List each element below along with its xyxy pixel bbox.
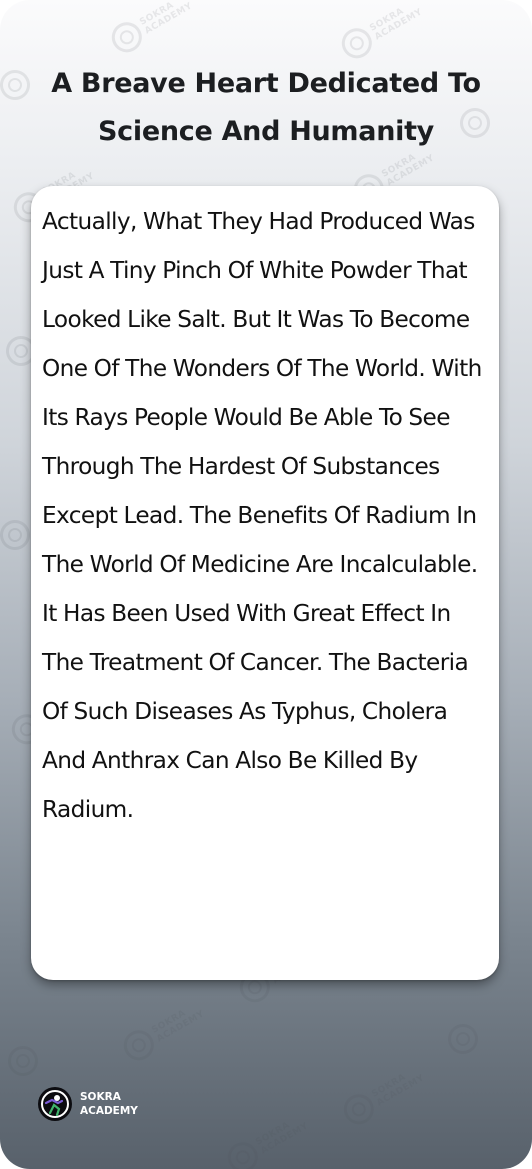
- brand-name-line2: ACADEMY: [80, 1105, 138, 1117]
- card-title: A Breave Heart Dedicated To Science And …: [51, 68, 481, 147]
- quote-card: SOKRAACADEMY SOKRAACADEMY SOKRAACADEMY S…: [0, 0, 532, 1169]
- watermark-logo-icon: SOKRAACADEMY: [222, 1108, 312, 1169]
- watermark-logo-icon: SOKRAACADEMY: [118, 996, 208, 1066]
- watermark-logo-icon: SOKRAACADEMY: [338, 1060, 428, 1130]
- brand-name: SOKRA ACADEMY: [80, 1090, 138, 1118]
- brand-name-line1: SOKRA: [80, 1091, 121, 1103]
- watermark-logo-icon: SOKRAACADEMY: [336, 0, 426, 64]
- brand-logo: SOKRA ACADEMY: [38, 1087, 138, 1121]
- body-text-panel: Actually, What They Had Produced Was Jus…: [31, 186, 499, 980]
- watermark-logo-icon: [442, 1018, 484, 1060]
- sokra-academy-logo-icon: [38, 1087, 72, 1121]
- body-text: Actually, What They Had Produced Was Jus…: [42, 208, 482, 823]
- watermark-logo-icon: SOKRAACADEMY: [106, 0, 196, 58]
- watermark-logo-icon: [2, 1040, 44, 1082]
